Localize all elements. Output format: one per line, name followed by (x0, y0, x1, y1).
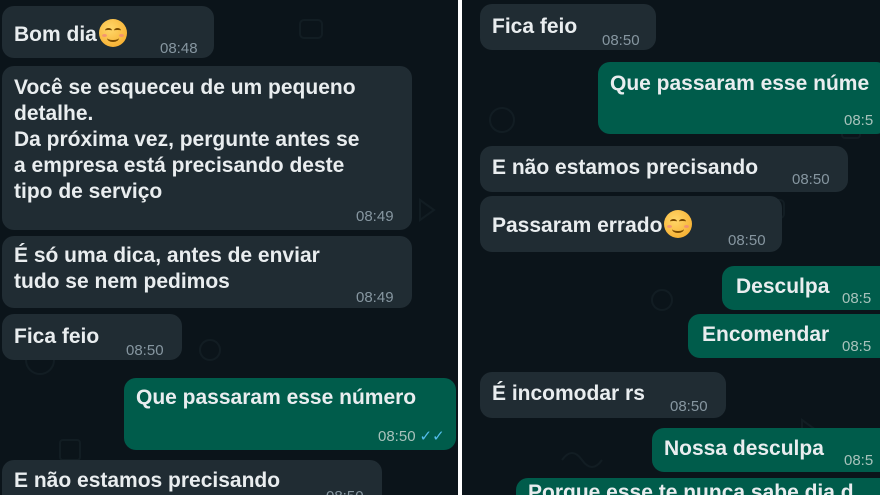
message-bubble-incoming[interactable]: É incomodar rs 08:50 (480, 372, 726, 418)
message-time: 08:49 (356, 208, 394, 225)
message-time: 08:50 (126, 342, 164, 359)
message-time: 08:50 (378, 428, 416, 445)
smiling-face-emoji-icon (98, 19, 127, 47)
message-bubble-incoming[interactable]: Bom dia 08:48 (2, 6, 214, 58)
smiling-face-emoji-icon (664, 210, 693, 238)
message-time: 08:49 (356, 289, 394, 306)
message-text: Desculpa (736, 275, 830, 298)
message-bubble-outgoing[interactable]: Encomendar 08:5 (688, 314, 880, 358)
message-bubble-outgoing[interactable]: Desculpa 08:5 (722, 266, 880, 310)
message-bubble-incoming[interactable]: E não estamos precisando 08:50 (480, 146, 848, 192)
message-time: 08:5 (842, 338, 872, 355)
message-text: Fica feio (14, 325, 100, 348)
message-text: É só uma dica, antes de enviar tudo se n… (14, 244, 320, 293)
message-time: 08:50 (326, 484, 364, 495)
message-time: 08:5 (842, 290, 872, 307)
message-text: E não estamos precisando (14, 469, 281, 492)
message-time: 08:5 (844, 452, 874, 469)
message-time: 08:5 (844, 112, 874, 129)
message-text: Bom dia (14, 23, 97, 46)
message-bubble-incoming[interactable]: Você se esqueceu de um pequeno detalhe. … (2, 66, 412, 230)
message-text: Fica feio (492, 15, 578, 38)
message-bubble-outgoing[interactable]: Que passaram esse núme 08:5 (598, 62, 880, 134)
chat-panel-left[interactable]: Bom dia 08:48 Você se esqueceu de um peq… (0, 0, 458, 495)
message-bubble-incoming[interactable]: É só uma dica, antes de enviar tudo se n… (2, 236, 412, 308)
message-time: 08:50 (602, 32, 640, 49)
message-text: Que passaram esse número (136, 386, 417, 409)
message-bubble-incoming[interactable]: Fica feio 08:50 (480, 4, 656, 50)
message-text: Porque esse te nunca sabe dia d (528, 481, 854, 495)
message-bubble-incoming[interactable]: Passaram errado 08:50 (480, 196, 782, 252)
message-text: Encomendar (702, 323, 830, 346)
message-bubble-incoming[interactable]: Fica feio 08:50 (2, 314, 182, 360)
message-time: 08:48 (160, 40, 198, 57)
message-bubble-incoming[interactable]: E não estamos precisando 08:50 (2, 460, 382, 495)
message-text: E não estamos precisando (492, 156, 759, 179)
message-text: Você se esqueceu de um pequeno detalhe. … (14, 76, 360, 203)
chat-panel-right[interactable]: Fica feio 08:50 Que passaram esse núme 0… (462, 0, 880, 495)
message-time: 08:50 (728, 232, 766, 249)
message-time: 08:50 (792, 171, 830, 188)
message-bubble-outgoing[interactable]: Que passaram esse número 08:50 ✓✓ (124, 378, 456, 450)
message-text: Passaram errado (492, 214, 663, 237)
message-text: Que passaram esse núme (610, 72, 870, 95)
message-text: Nossa desculpa (664, 437, 824, 460)
read-ticks-icon: ✓✓ (419, 428, 445, 445)
message-bubble-outgoing[interactable]: Nossa desculpa 08:5 (652, 428, 880, 472)
message-time: 08:50 (670, 398, 708, 415)
message-bubble-outgoing[interactable]: Porque esse te nunca sabe dia d (516, 478, 880, 495)
message-time-status: 08:50 ✓✓ (378, 424, 445, 450)
message-text: É incomodar rs (492, 382, 645, 405)
